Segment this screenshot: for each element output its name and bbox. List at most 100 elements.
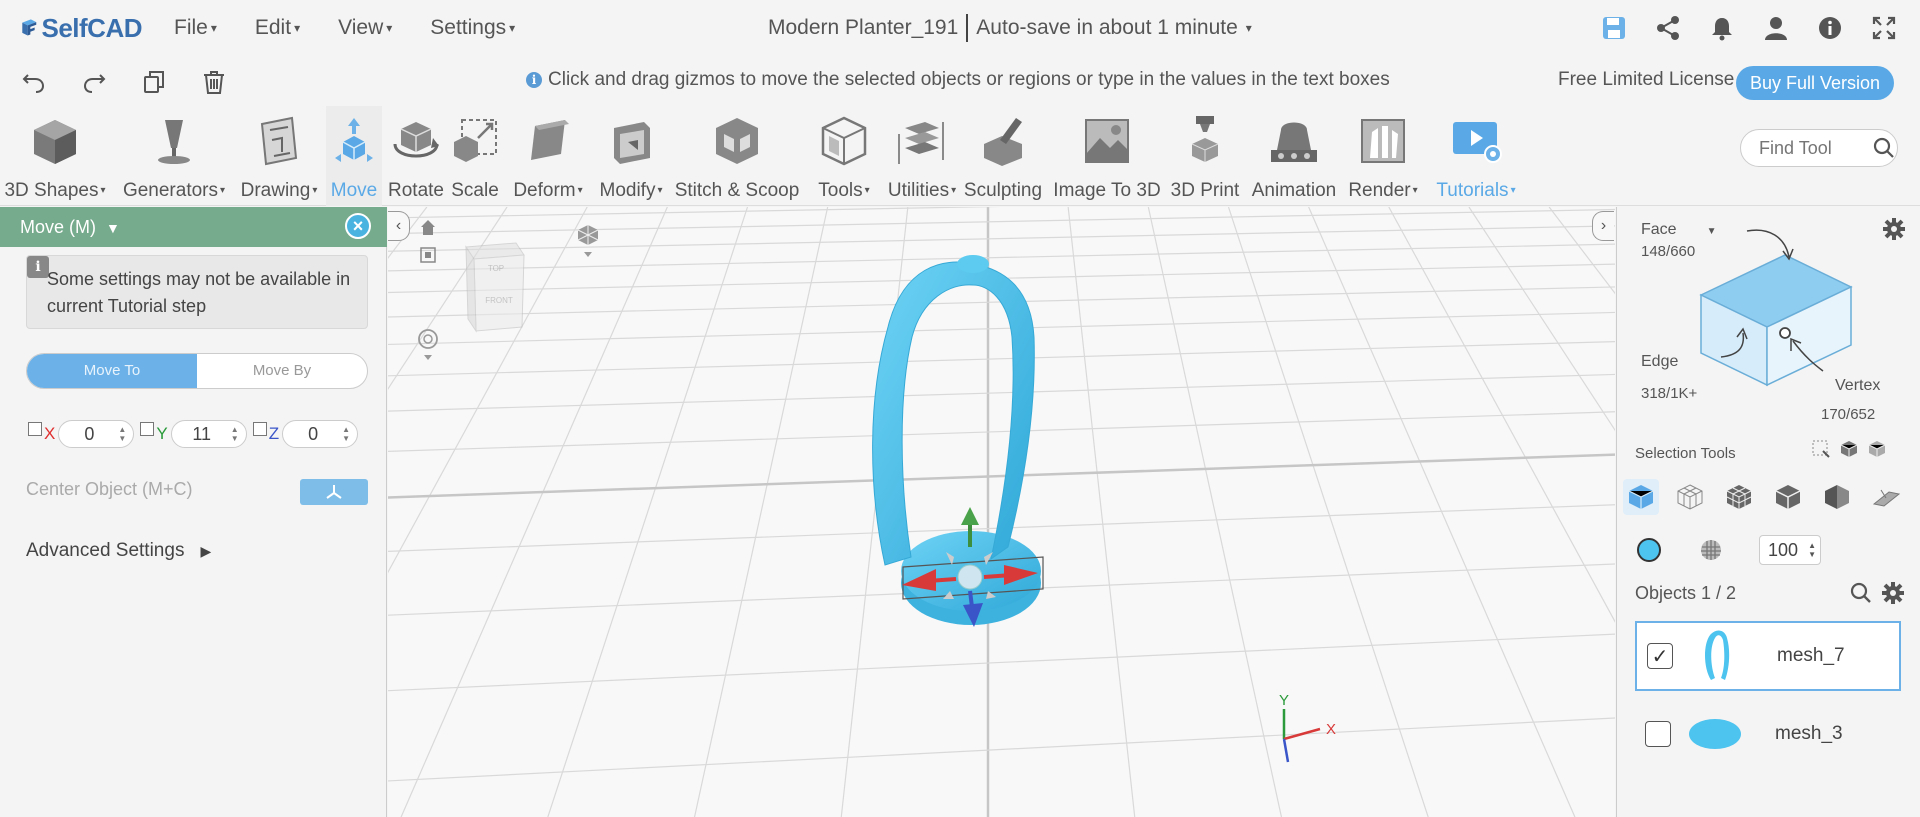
tool-3d-print[interactable]: 3D Print (1168, 106, 1242, 206)
move-to-option[interactable]: Move To (27, 354, 197, 388)
object-visibility-checkbox[interactable]: ✓ (1647, 643, 1673, 669)
tool-tools[interactable]: Tools ▾ (806, 106, 882, 206)
object-color-swatch[interactable] (1637, 538, 1661, 562)
object-select-icon[interactable] (1623, 479, 1659, 515)
vertex-label[interactable]: Vertex (1835, 377, 1880, 395)
object-row-mesh-3[interactable]: mesh_3 (1635, 699, 1901, 769)
share-icon[interactable] (1652, 12, 1684, 44)
panel-header: Move (M) ▼ × (0, 207, 387, 247)
perspective-icon[interactable] (577, 225, 599, 257)
menu-view[interactable]: View ▾ (338, 16, 392, 40)
tool-label: Move (331, 180, 377, 202)
search-icon[interactable] (1871, 134, 1897, 162)
cube-outline-icon[interactable] (1867, 439, 1887, 459)
caret-down-icon[interactable]: ▾ (1246, 21, 1252, 35)
bell-icon[interactable] (1706, 12, 1738, 44)
tool-tutorials[interactable]: Tutorials ▾ (1428, 106, 1524, 206)
z-input[interactable]: 0 ▲ ▼ (282, 420, 359, 448)
undo-icon[interactable] (18, 66, 50, 98)
cube-select-icon[interactable] (1839, 439, 1859, 459)
find-tool-input[interactable] (1759, 137, 1869, 159)
copy-icon[interactable] (138, 66, 170, 98)
main-menus: File ▾ Edit ▾ View ▾ Settings ▾ (174, 16, 553, 40)
tool-render[interactable]: Render ▾ (1344, 106, 1422, 206)
tool-scale[interactable]: Scale (450, 106, 500, 206)
fullscreen-icon[interactable] (1868, 12, 1900, 44)
object-visibility-checkbox[interactable] (1645, 721, 1671, 747)
chevron-left-icon[interactable]: ‹ (388, 211, 410, 241)
object-row-mesh-7[interactable]: ✓ mesh_7 (1635, 621, 1901, 691)
tool-image-to-3d[interactable]: Image To 3D (1052, 106, 1162, 206)
caret-down-icon: ▾ (220, 185, 226, 197)
tool-animation[interactable]: Animation (1248, 106, 1340, 206)
menu-settings[interactable]: Settings ▾ (430, 16, 515, 40)
mesh-3-thumbnail (1685, 706, 1745, 762)
stepper-arrows-icon[interactable]: ▲ ▼ (1808, 541, 1816, 559)
tool-generators[interactable]: Generators ▾ (118, 106, 230, 206)
find-tool-search[interactable] (1740, 129, 1898, 167)
chevron-right-icon[interactable]: › (1592, 211, 1614, 241)
move-by-option[interactable]: Move By (197, 354, 367, 388)
home-icon[interactable] (421, 220, 435, 235)
scale-icon (446, 112, 504, 170)
center-object-button[interactable] (300, 479, 368, 505)
autosave-status[interactable]: Auto-save in about 1 minute (976, 16, 1238, 40)
solid-cube-select-icon[interactable] (1770, 479, 1806, 515)
opacity-input[interactable]: 100 ▲ ▼ (1759, 535, 1821, 565)
texture-icon[interactable] (1699, 538, 1723, 562)
mesh-grid-select-icon[interactable] (1721, 479, 1757, 515)
view-cube[interactable]: TOP FRONT (465, 242, 525, 333)
gear-icon[interactable] (1882, 217, 1906, 241)
orbit-icon[interactable] (418, 329, 438, 360)
advanced-settings[interactable]: Advanced Settings ▶ (26, 540, 211, 562)
tool-label: 3D Shapes ▾ (4, 180, 105, 202)
tool-sculpting[interactable]: Sculpting (960, 106, 1046, 206)
tool-move[interactable]: Move (326, 106, 382, 206)
save-icon[interactable] (1598, 12, 1630, 44)
panel-title[interactable]: Move (M) ▼ (20, 217, 120, 238)
edge-label[interactable]: Edge (1641, 353, 1678, 371)
tool-drawing[interactable]: Drawing ▾ (236, 106, 322, 206)
caret-down-icon: ▾ (864, 185, 870, 197)
z-checkbox[interactable] (252, 422, 267, 436)
stepper-arrows-icon[interactable]: ▲ ▼ (341, 425, 351, 443)
tool-label: Image To 3D (1053, 180, 1160, 202)
y-checkbox[interactable] (140, 422, 155, 436)
box-select-icon[interactable] (1811, 439, 1831, 459)
grid-line (1147, 207, 1283, 817)
tool-rotate[interactable]: Rotate (386, 106, 446, 206)
search-icon[interactable] (1849, 581, 1873, 605)
gear-icon[interactable] (1881, 581, 1905, 605)
trash-icon[interactable] (198, 66, 230, 98)
redo-icon[interactable] (78, 66, 110, 98)
buy-full-version-button[interactable]: Buy Full Version (1736, 66, 1894, 100)
menu-file[interactable]: File ▾ (174, 16, 217, 40)
user-icon[interactable] (1760, 12, 1792, 44)
document-title[interactable]: Modern Planter_191 (768, 16, 958, 40)
tool-label-text: Deform (513, 180, 576, 201)
stepper-arrows-icon[interactable]: ▲ ▼ (117, 425, 127, 443)
tool-utilities[interactable]: Utilities ▾ (888, 106, 956, 206)
tool-stitch-scoop[interactable]: Stitch & Scoop (672, 106, 802, 206)
menu-file-label: File (174, 16, 208, 39)
tool-modify[interactable]: Modify ▾ (594, 106, 668, 206)
3d-viewport[interactable]: TOP FRONT Y X ‹ › (388, 207, 1615, 817)
x-checkbox[interactable] (28, 422, 42, 436)
close-icon[interactable]: × (345, 213, 371, 239)
caret-down-icon: ▾ (1510, 185, 1516, 197)
mesh-7-handle[interactable] (872, 255, 1035, 566)
x-input[interactable]: 0 ▲ ▼ (58, 420, 135, 448)
viewport-canvas[interactable]: TOP FRONT Y X (388, 207, 1615, 817)
plane-select-icon[interactable] (1868, 479, 1904, 515)
info-icon[interactable] (1814, 12, 1846, 44)
selection-mode-diagram[interactable] (1677, 217, 1877, 397)
face-grid-select-icon[interactable] (1672, 479, 1708, 515)
tool-deform[interactable]: Deform ▾ (506, 106, 590, 206)
tool-3d-shapes[interactable]: 3D Shapes ▾ (0, 106, 110, 206)
selfcad-logo[interactable]: SelfCAD (18, 8, 142, 48)
menu-settings-label: Settings (430, 16, 507, 39)
half-cube-select-icon[interactable] (1819, 479, 1855, 515)
menu-edit[interactable]: Edit ▾ (255, 16, 300, 40)
y-input[interactable]: 11 ▲ ▼ (170, 420, 247, 448)
stepper-arrows-icon[interactable]: ▲ ▼ (230, 425, 240, 443)
